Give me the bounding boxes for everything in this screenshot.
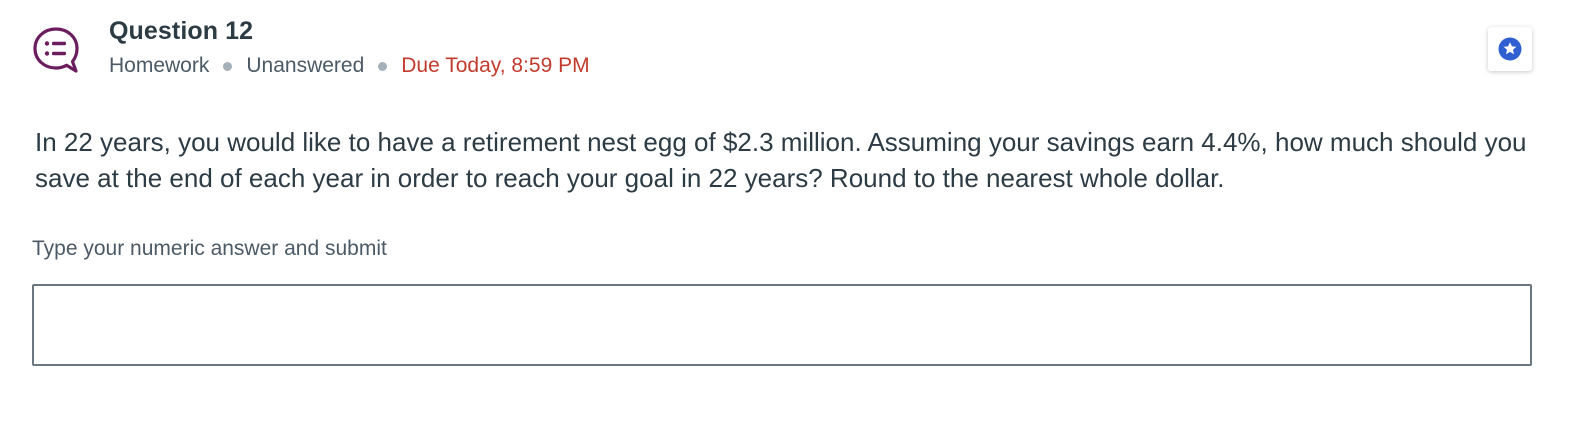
bookmark-button[interactable] bbox=[1488, 27, 1532, 71]
question-header: Question 12 Homework Unanswered Due Toda… bbox=[32, 14, 590, 81]
separator-dot bbox=[378, 61, 388, 71]
question-status: Unanswered bbox=[246, 54, 365, 77]
due-date: Due Today, 8:59 PM bbox=[401, 54, 590, 77]
question-title: Question 12 bbox=[109, 17, 254, 45]
question-list-icon bbox=[33, 27, 79, 73]
question-meta: Question 12 Homework Unanswered Due Toda… bbox=[109, 14, 590, 81]
question-body: In 22 years, you would like to have a re… bbox=[35, 127, 1527, 193]
separator-dot bbox=[223, 61, 233, 71]
question-subtitle: Homework Unanswered Due Today, 8:59 PM bbox=[109, 51, 590, 81]
star-icon bbox=[1498, 37, 1522, 61]
numeric-answer-input[interactable] bbox=[32, 284, 1532, 366]
answer-label: Type your numeric answer and submit bbox=[32, 237, 387, 260]
question-type: Homework bbox=[109, 54, 210, 77]
